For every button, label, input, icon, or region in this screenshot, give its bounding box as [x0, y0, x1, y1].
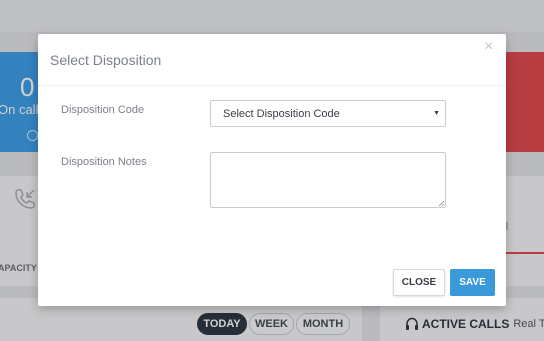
modal-header: Select Disposition ×: [38, 34, 506, 86]
disposition-notes-label: Disposition Notes: [61, 156, 147, 168]
save-button[interactable]: SAVE: [450, 269, 495, 296]
caret-down-icon: ▼: [433, 110, 440, 117]
disposition-code-label: Disposition Code: [61, 104, 145, 116]
select-disposition-modal: Select Disposition × Disposition Code Se…: [38, 34, 506, 306]
resize-grip-icon[interactable]: [438, 200, 444, 206]
disposition-notes-textarea[interactable]: [210, 152, 446, 208]
modal-title: Select Disposition: [50, 52, 162, 68]
disposition-code-select[interactable]: Select Disposition Code ▼: [210, 100, 446, 127]
disposition-code-value: Select Disposition Code: [223, 107, 340, 120]
close-icon[interactable]: ×: [484, 39, 493, 55]
close-button[interactable]: CLOSE: [393, 269, 445, 296]
